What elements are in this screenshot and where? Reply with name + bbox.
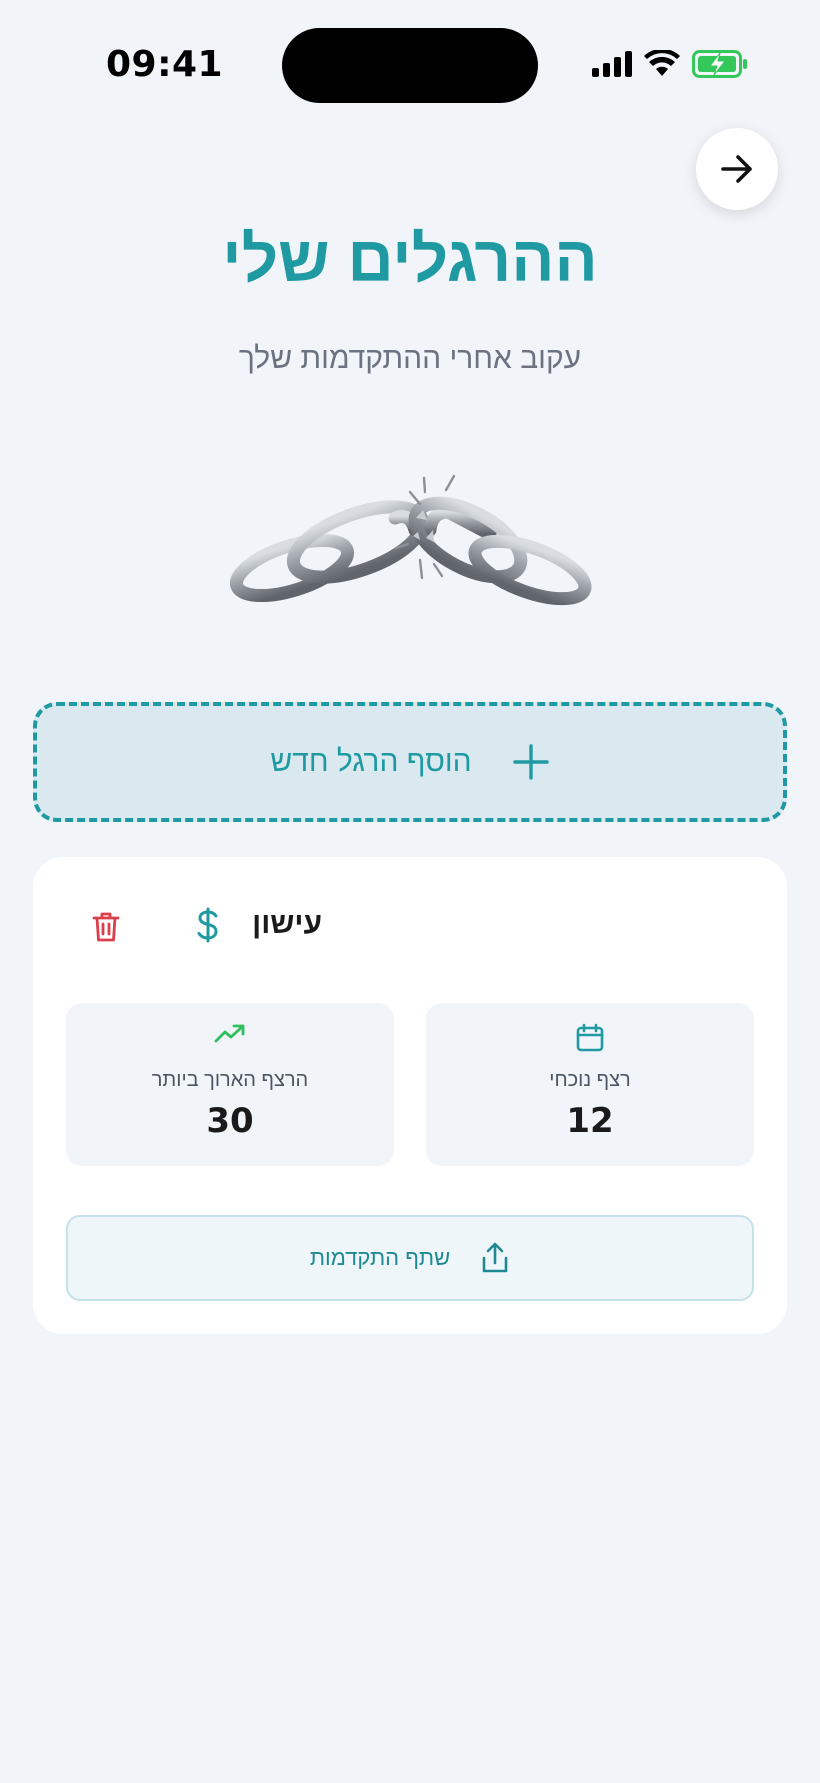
page-title: ההרגלים שלי [222,223,598,295]
page-subtitle: עקוב אחרי ההתקדמות שלך [238,342,582,375]
signal-icon [592,51,632,77]
share-progress-label: שתף התקדמות [309,1245,451,1270]
add-habit-label: הוסף הרגל חדש [270,745,472,778]
status-icons [592,50,748,78]
share-icon [480,1241,510,1275]
calendar-icon [575,1023,605,1053]
trending-up-icon [214,1023,246,1045]
broken-chain-image [220,460,600,620]
back-button[interactable] [696,128,778,210]
share-progress-button[interactable]: שתף התקדמות [66,1215,754,1301]
current-streak-value: 12 [566,1101,614,1141]
habit-card: עישון רצף נוכחי 12 הרצף הארוך ביותר 30 ש… [33,857,787,1334]
arrow-right-icon [717,149,757,189]
longest-streak-value: 30 [206,1101,254,1141]
dollar-icon [195,907,221,943]
current-streak-card: רצף נוכחי 12 [426,1003,754,1166]
add-habit-button[interactable]: הוסף הרגל חדש [33,702,787,822]
longest-streak-card: הרצף הארוך ביותר 30 [66,1003,394,1166]
battery-charging-icon [692,50,748,78]
dynamic-island [282,28,538,103]
longest-streak-label: הרצף הארוך ביותר [151,1069,309,1091]
habit-name: עישון [252,907,322,940]
plus-icon [512,743,550,781]
delete-habit-button[interactable] [86,907,126,947]
trash-icon [92,911,120,943]
current-streak-label: רצף נוכחי [549,1069,631,1091]
status-bar: 09:41 [0,0,820,120]
status-time: 09:41 [106,44,224,85]
wifi-icon [644,50,680,78]
